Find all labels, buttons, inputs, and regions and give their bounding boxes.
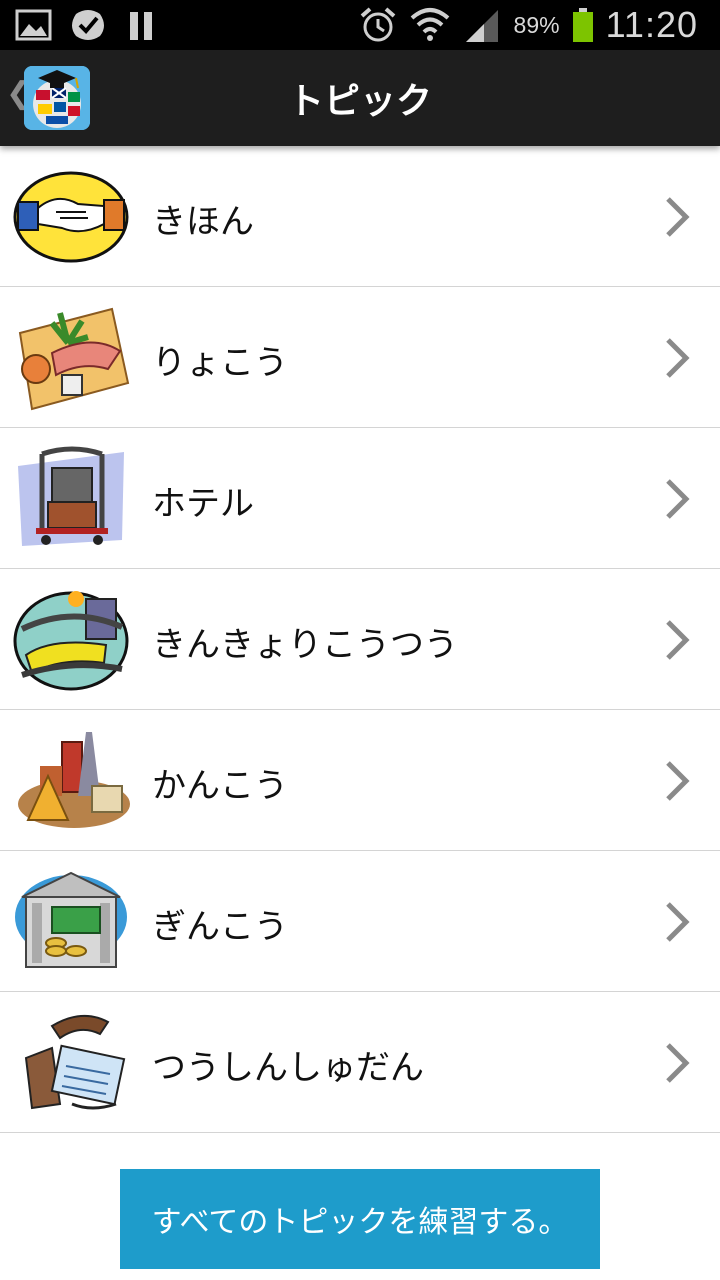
chevron-right-icon — [666, 761, 690, 801]
telephone-icon — [24, 1015, 126, 1110]
topic-row-bank[interactable]: ぎんこう — [0, 851, 720, 992]
topic-list: きほん りょこう ホテル きんきょりこうつう かんこう ぎんこう つうしんしゅだ… — [0, 146, 720, 1158]
battery-percent: 89% — [513, 11, 560, 38]
topic-row-hotel[interactable]: ホテル — [0, 428, 720, 569]
train-transit-icon — [13, 591, 129, 691]
topic-row-sightseeing[interactable]: かんこう — [0, 710, 720, 851]
bottom-bar: すべてのトピックを練習する。 — [0, 1158, 720, 1280]
topic-label: きほん — [152, 202, 254, 242]
chevron-right-icon — [666, 479, 690, 519]
topic-label: りょこう — [152, 343, 288, 383]
topic-label: きんきょりこうつう — [152, 625, 458, 665]
topic-row-basics[interactable]: きほん — [0, 146, 720, 287]
landmarks-sightseeing-icon — [18, 732, 130, 828]
topic-label: かんこう — [152, 766, 288, 806]
pause-notification-icon — [130, 12, 152, 40]
handshake-icon — [13, 171, 129, 263]
beach-travel-icon — [18, 307, 130, 411]
clock: 11:20 — [605, 4, 698, 45]
chevron-right-icon — [666, 902, 690, 942]
chevron-right-icon — [666, 1043, 690, 1083]
topic-label: ホテル — [152, 484, 254, 524]
topic-row-communication[interactable]: つうしんしゅだん — [0, 992, 720, 1133]
bank-building-icon — [15, 871, 127, 968]
chevron-right-icon — [666, 197, 690, 237]
page-title: トピック — [287, 81, 432, 122]
topic-row-travel[interactable]: りょこう — [0, 287, 720, 428]
topic-row-transit[interactable]: きんきょりこうつう — [0, 569, 720, 710]
chevron-right-icon — [666, 338, 690, 378]
alarm-icon — [360, 7, 395, 42]
luggage-cart-icon — [18, 446, 124, 546]
chevron-right-icon — [666, 620, 690, 660]
action-bar: ❮ トピック — [0, 50, 720, 146]
topic-label: ぎんこう — [152, 907, 288, 947]
gallery-notification-icon — [15, 9, 52, 41]
status-bar: 89% 11:20 — [0, 0, 720, 50]
task-check-notification-icon — [72, 10, 104, 40]
battery-icon — [572, 8, 593, 42]
topic-label: つうしんしゅだん — [152, 1048, 424, 1088]
practice-all-topics-button[interactable]: すべてのトピックを練習する。 — [120, 1169, 600, 1269]
signal-icon — [465, 10, 498, 42]
wifi-icon — [410, 8, 449, 41]
